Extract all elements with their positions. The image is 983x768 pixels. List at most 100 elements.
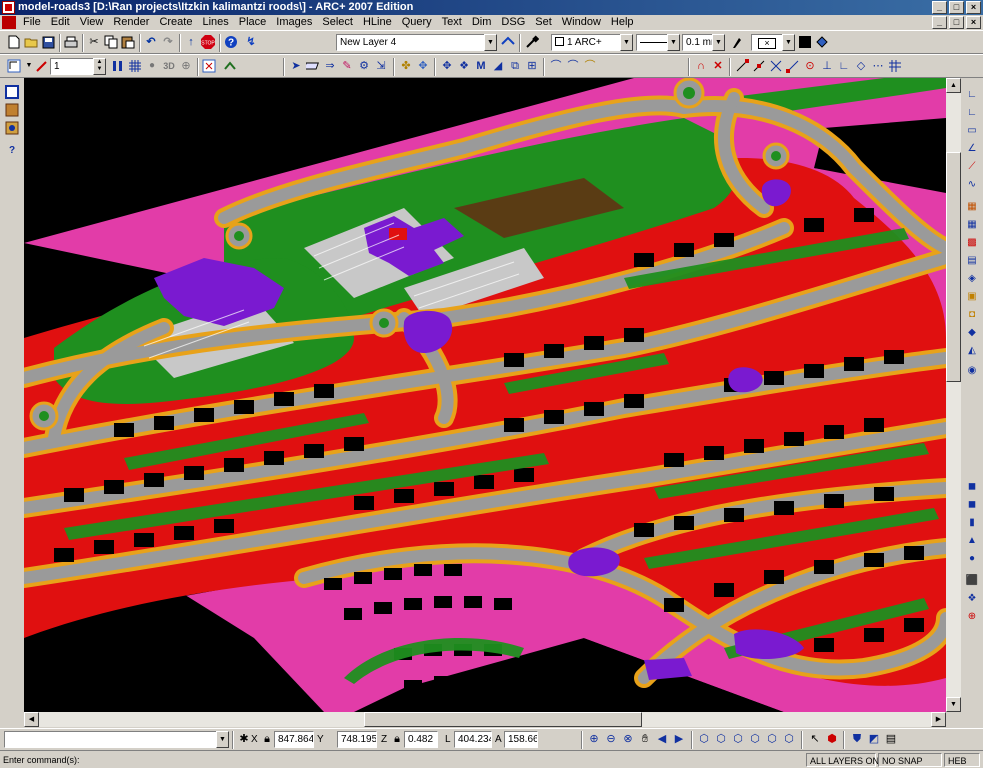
cut-icon[interactable]: ✂ — [86, 34, 102, 50]
scroll-down-button[interactable]: ▼ — [946, 697, 961, 712]
draw-rectangle-icon[interactable]: ▭ — [964, 122, 980, 138]
lock-layer-icon[interactable]: ⬢ — [824, 731, 840, 747]
snap-intersection-icon[interactable] — [768, 58, 784, 74]
menu-edit[interactable]: Edit — [46, 15, 75, 30]
undo-icon[interactable]: ↶ — [143, 34, 159, 50]
model-group-icon[interactable]: ❖ — [964, 590, 980, 606]
refresh-view-icon[interactable] — [201, 58, 217, 74]
eraser-icon[interactable] — [305, 58, 321, 74]
solid-extrude-icon[interactable]: ◭ — [964, 342, 980, 358]
menu-text[interactable]: Text — [437, 15, 467, 30]
view-3d-icon[interactable]: 3D — [161, 58, 177, 74]
fill-pattern-dropdown-arrow[interactable]: ▼ — [782, 34, 795, 51]
select-cursor-icon[interactable]: ↖ — [807, 731, 823, 747]
arc-tool-3-icon[interactable]: ⌒ — [582, 58, 598, 74]
doc-close-button[interactable]: × — [966, 16, 981, 29]
model-cylinder-icon[interactable]: ▮ — [964, 514, 980, 530]
shield-icon[interactable]: ⛊ — [849, 731, 865, 747]
model-sphere-icon[interactable]: ● — [964, 550, 980, 566]
menu-select[interactable]: Select — [317, 15, 358, 30]
draw-curve-icon[interactable]: ⟋ — [964, 158, 980, 174]
select-pointer-icon[interactable]: ➤ — [288, 58, 304, 74]
x-coordinate[interactable]: 847.864 — [274, 731, 314, 748]
fill-pattern-select[interactable]: × — [751, 34, 783, 51]
drawing-viewport[interactable] — [24, 78, 946, 712]
up-arrow-icon[interactable]: ↑ — [183, 34, 199, 50]
next-view-icon[interactable]: ▶ — [671, 731, 687, 747]
arc-tool-2-icon[interactable]: ⌒ — [565, 58, 581, 74]
symbol-tool-icon[interactable]: ◈ — [964, 270, 980, 286]
layers-toggle-icon[interactable] — [222, 58, 238, 74]
draw-spline-icon[interactable]: ∿ — [964, 176, 980, 192]
menu-create[interactable]: Create — [154, 15, 197, 30]
horizontal-scrollbar[interactable]: ◀ ▶ — [24, 712, 946, 727]
pattern-fill-icon[interactable]: ▩ — [964, 234, 980, 250]
solid-cylinder-icon[interactable]: ◘ — [964, 306, 980, 322]
menu-dim[interactable]: Dim — [467, 15, 497, 30]
close-button[interactable]: × — [966, 1, 981, 14]
snap-quadrant-icon[interactable]: ◇ — [853, 58, 869, 74]
zoom-in-icon[interactable]: ⊕ — [586, 731, 602, 747]
redo-icon[interactable]: ↷ — [160, 34, 176, 50]
view-side-icon[interactable]: ⬡ — [730, 731, 746, 747]
move-icon[interactable]: ⇒ — [322, 58, 338, 74]
draw-polyline-icon[interactable]: ∟ — [964, 104, 980, 120]
menu-file[interactable]: File — [18, 15, 46, 30]
grid-fill-icon[interactable]: ▦ — [964, 216, 980, 232]
minimize-button[interactable]: _ — [932, 1, 947, 14]
layer-manager-icon[interactable] — [500, 34, 516, 50]
open-folder-icon[interactable] — [23, 34, 39, 50]
menu-place[interactable]: Place — [234, 15, 272, 30]
context-help-icon[interactable]: ↯ — [243, 34, 259, 50]
model-stack-icon[interactable]: ◼ — [964, 496, 980, 512]
vertical-scroll-thumb[interactable] — [946, 152, 961, 382]
menu-images[interactable]: Images — [271, 15, 317, 30]
brush-icon[interactable]: ✎ — [339, 58, 355, 74]
model-add-icon[interactable]: ⊕ — [964, 608, 980, 624]
zoom-window-icon[interactable]: ⊗ — [620, 731, 636, 747]
snap-perpendicular-icon[interactable]: ∟ — [836, 58, 852, 74]
paint-bucket-icon[interactable] — [814, 34, 830, 50]
magnet-icon[interactable]: ∩ — [693, 58, 709, 74]
menu-window[interactable]: Window — [557, 15, 606, 30]
ungroup-icon[interactable]: ✥ — [415, 58, 431, 74]
pan-arrows-icon[interactable]: ✥ — [439, 58, 455, 74]
arc-tool-1-icon[interactable]: ⌒ — [548, 58, 564, 74]
language-status[interactable]: HEB — [944, 753, 980, 767]
solid-box-icon[interactable]: ▣ — [964, 288, 980, 304]
view-options-icon[interactable] — [6, 58, 22, 74]
menu-help[interactable]: Help — [606, 15, 639, 30]
command-input[interactable] — [4, 731, 218, 748]
query-help-icon[interactable]: ? — [4, 142, 20, 158]
scale-spinner[interactable]: ▲ ▼ — [93, 58, 106, 75]
snap-grid-toggle-icon[interactable] — [887, 58, 903, 74]
scale-input[interactable]: 1 — [50, 58, 94, 75]
maximize-button[interactable]: □ — [949, 1, 964, 14]
zoom-out-icon[interactable]: ⊖ — [603, 731, 619, 747]
scroll-right-button[interactable]: ▶ — [931, 712, 946, 727]
snap-midpoint-icon[interactable] — [751, 58, 767, 74]
delete-snap-icon[interactable]: ✕ — [710, 58, 726, 74]
line-style-dropdown-arrow[interactable]: ▼ — [667, 34, 680, 51]
app-icon[interactable] — [2, 1, 15, 14]
render-icon[interactable]: ◩ — [866, 731, 882, 747]
view-top-icon[interactable]: ⬡ — [696, 731, 712, 747]
menu-dsg[interactable]: DSG — [496, 15, 530, 30]
snap-nearest-icon[interactable] — [785, 58, 801, 74]
copy-move-icon[interactable]: ⧉ — [507, 58, 523, 74]
model-cone-icon[interactable]: ▲ — [964, 532, 980, 548]
eyedropper-icon[interactable] — [524, 34, 540, 50]
command-history-dropdown[interactable]: ▼ — [216, 731, 229, 748]
text-tool-icon[interactable]: ▤ — [964, 252, 980, 268]
scroll-up-button[interactable]: ▲ — [946, 78, 961, 93]
document-icon[interactable] — [2, 16, 16, 29]
line-type-dropdown-arrow[interactable]: ▼ — [620, 34, 633, 51]
array-icon[interactable]: ◢ — [490, 58, 506, 74]
snap-settings-icon[interactable]: ⋯ — [870, 58, 886, 74]
view-back-icon[interactable]: ⬡ — [764, 731, 780, 747]
view-iso-icon[interactable]: ⬡ — [747, 731, 763, 747]
image-tool-icon[interactable] — [4, 102, 20, 118]
model-cube-icon[interactable]: ⬛ — [964, 572, 980, 588]
z-coordinate[interactable]: 0.482 — [404, 731, 438, 748]
menu-lines[interactable]: Lines — [197, 15, 233, 30]
